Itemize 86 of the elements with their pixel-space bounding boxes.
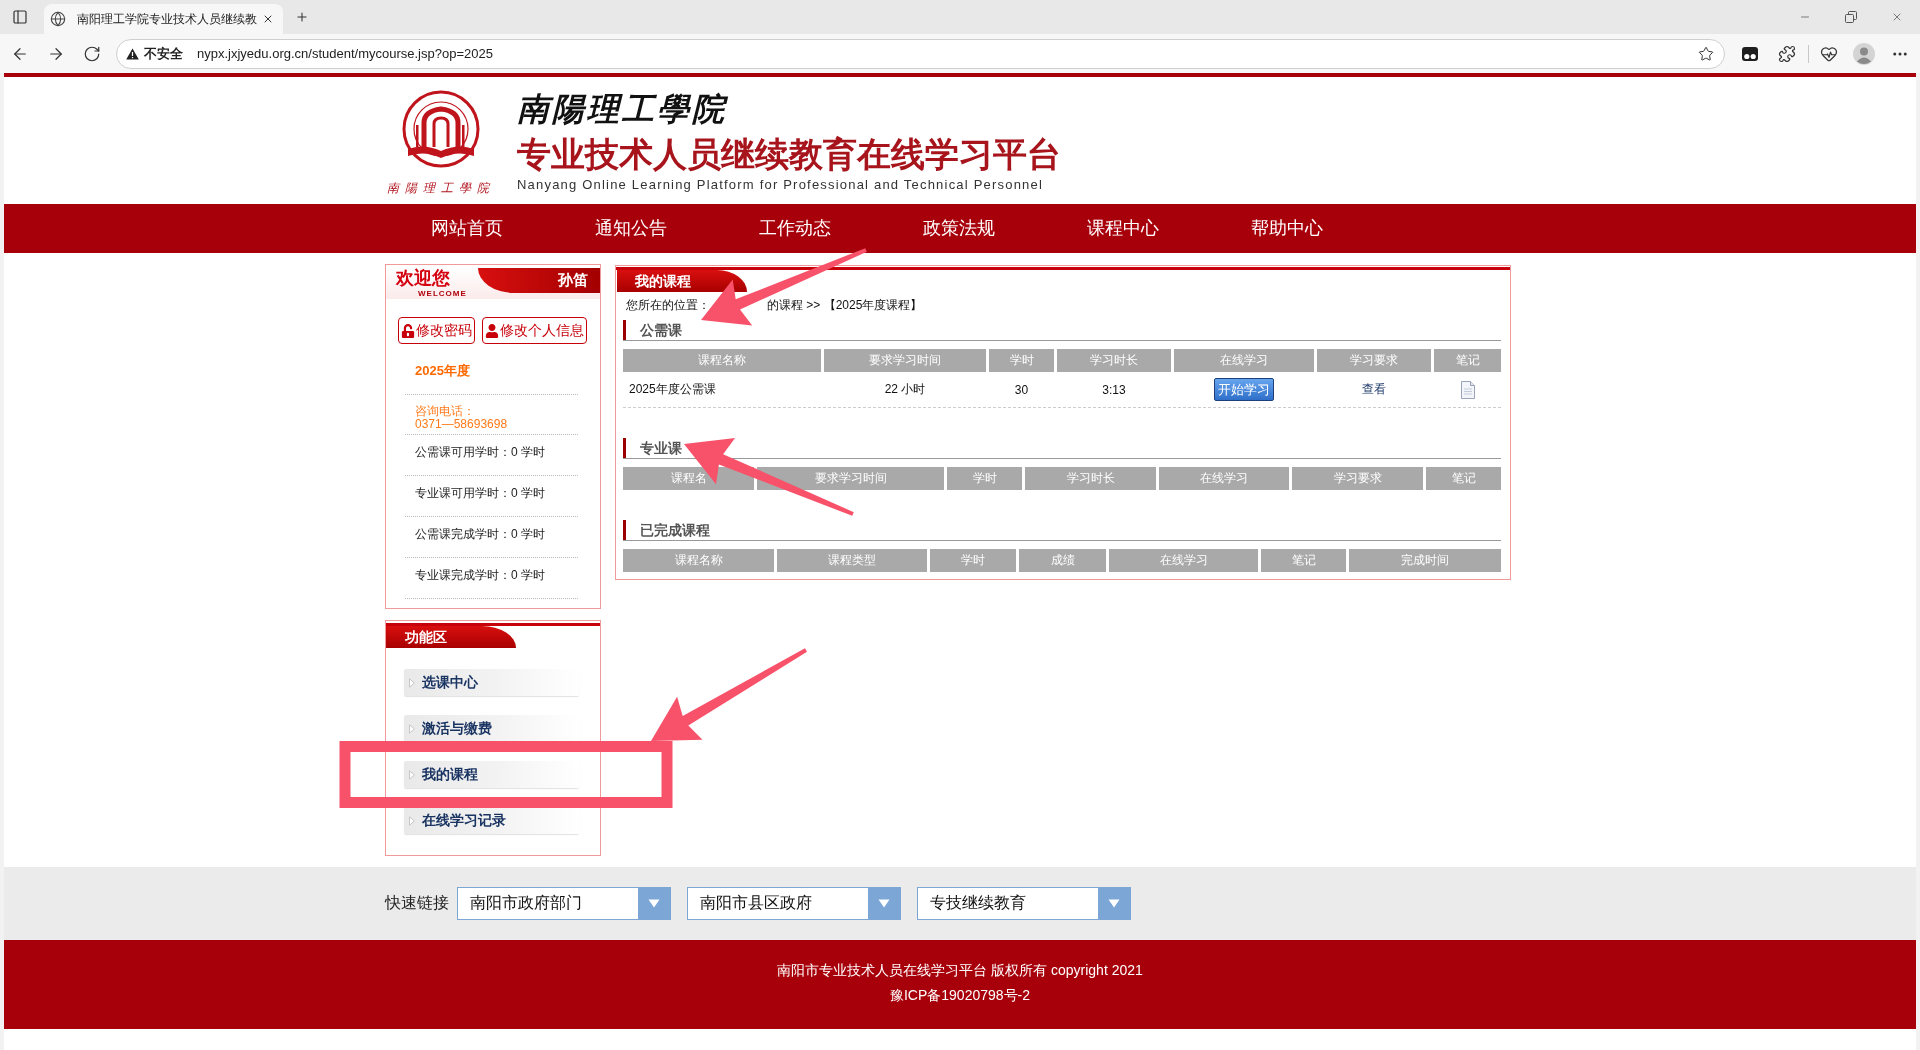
column-header: 学时 <box>947 467 1022 490</box>
hotline-number: 0371—58693698 <box>415 418 508 431</box>
stat-text: 专业课完成学时：0 学时 <box>415 568 545 583</box>
greeting-title: 欢迎您 <box>396 268 450 288</box>
column-header: 要求学习时间 <box>824 349 986 372</box>
column-header: 学习要求 <box>1292 467 1423 490</box>
column-header: 成绩 <box>1019 549 1106 572</box>
quick-links-label: 快速链接 <box>385 893 449 913</box>
column-header: 学习时长 <box>1025 467 1156 490</box>
column-header: 完成时间 <box>1349 549 1501 572</box>
column-header: 笔记 <box>1426 467 1501 490</box>
extensions-icon[interactable] <box>1778 44 1796 63</box>
column-header: 课程名称 <box>623 549 774 572</box>
section-heading: 已完成课程 <box>623 520 1501 540</box>
panel-title: 我的课程 <box>617 270 747 292</box>
triangle-icon <box>409 723 415 734</box>
breadcrumb-trail: 的课程 >> 【2025年度课程】 <box>767 297 923 313</box>
logo-caption: 南陽理工學院 <box>387 180 495 197</box>
user-icon <box>485 323 499 338</box>
triangle-icon <box>409 769 415 780</box>
avatar-icon[interactable] <box>1853 42 1875 65</box>
glasses-icon[interactable] <box>1741 44 1759 63</box>
link-select[interactable]: 南阳市政府部门 <box>457 887 671 920</box>
hotline-label: 咨询电话： <box>415 405 475 418</box>
column-header: 笔记 <box>1261 549 1346 572</box>
triangle-icon <box>409 677 415 688</box>
table-cell-text: 30 <box>1013 382 1030 397</box>
restore-icon[interactable] <box>1845 11 1857 23</box>
stat-text: 公需课可用学时：0 学时 <box>415 445 545 460</box>
year-label: 2025年度 <box>415 363 470 379</box>
column-header: 在线学习 <box>1174 349 1314 372</box>
user-name-banner: 孙笛 <box>478 268 600 293</box>
close-icon[interactable] <box>262 13 274 25</box>
heart-pulse-icon[interactable] <box>1820 44 1838 63</box>
column-header: 学习要求 <box>1317 349 1431 372</box>
new-tab-icon[interactable] <box>295 10 309 24</box>
footer-text: 豫ICP备19020798号-2 <box>889 986 1031 1005</box>
column-header: 在线学习 <box>1109 549 1258 572</box>
menu-item[interactable]: 我的课程 <box>404 761 579 788</box>
security-label: 不安全 <box>144 44 183 63</box>
padlock-icon <box>401 323 415 338</box>
url-text: nypx.jxjyedu.org.cn/student/mycourse.jsp?op=2025 <box>197 46 493 61</box>
column-header: 学时 <box>930 549 1016 572</box>
column-header: 课程名称 <box>623 349 821 372</box>
link-select[interactable]: 南阳市县区政府 <box>687 887 901 920</box>
tab-actions-icon[interactable] <box>12 9 28 25</box>
globe-icon <box>50 11 66 27</box>
column-header: 笔记 <box>1434 349 1501 372</box>
calligraphy-title: 南陽理工學院 <box>517 91 727 127</box>
footer-text: 南阳市专业技术人员在线学习平台 版权所有 copyright 2021 <box>777 961 1143 980</box>
column-header: 课程类型 <box>777 549 927 572</box>
nav-link[interactable]: 通知公告 <box>549 204 713 253</box>
site-title: 专业技术人员继续教育在线学习平台 <box>517 134 1061 174</box>
column-header: 学习时长 <box>1057 349 1171 372</box>
warning-icon <box>126 47 139 60</box>
stat-text: 专业课可用学时：0 学时 <box>415 486 545 501</box>
table-cell-text: 3:13 <box>1101 382 1127 397</box>
tab-title: 南阳理工学院专业技术人员继续教 <box>77 10 257 28</box>
refresh-icon[interactable] <box>83 44 101 63</box>
triangle-icon <box>409 815 415 826</box>
nav-link[interactable]: 课程中心 <box>1041 204 1205 253</box>
browser-tab[interactable]: 南阳理工学院专业技术人员继续教 <box>44 4 283 34</box>
column-header: 要求学习时间 <box>757 467 944 490</box>
address-field[interactable]: 不安全 nypx.jxjyedu.org.cn/student/mycourse.jsp?op=2025 <box>116 38 1725 69</box>
nav-link[interactable]: 工作动态 <box>713 204 877 253</box>
view-link[interactable]: 查看 <box>1362 381 1386 398</box>
profile-button[interactable]: 修改密码 <box>398 317 475 344</box>
greeting-subtitle: WELCOME <box>418 290 467 298</box>
table-cell-text: 22 小时 <box>883 381 927 398</box>
link-select[interactable]: 专技继续教育 <box>917 887 1131 920</box>
nav-link[interactable]: 政策法规 <box>877 204 1041 253</box>
study-button[interactable]: 开始学习 <box>1214 378 1274 401</box>
menu-item[interactable]: 在线学习记录 <box>404 807 579 834</box>
column-header: 在线学习 <box>1159 467 1289 490</box>
menu-item[interactable]: 激活与缴费 <box>404 715 579 742</box>
nav-link[interactable]: 帮助中心 <box>1205 204 1369 253</box>
panel-title: 功能区 <box>386 626 516 648</box>
star-icon[interactable] <box>1698 45 1714 62</box>
table-cell-text: 2025年度公需课 <box>628 381 717 398</box>
breadcrumb-label: 您所在的位置： <box>626 297 710 313</box>
nav-link[interactable]: 网站首页 <box>385 204 549 253</box>
stat-text: 公需课完成学时：0 学时 <box>415 527 545 542</box>
menu-item[interactable]: 选课中心 <box>404 669 579 696</box>
column-header: 学时 <box>989 349 1054 372</box>
profile-button[interactable]: 修改个人信息 <box>482 317 587 344</box>
site-subtitle: Nanyang Online Learning Platform for Professional and Technical Personnel <box>517 177 1043 193</box>
